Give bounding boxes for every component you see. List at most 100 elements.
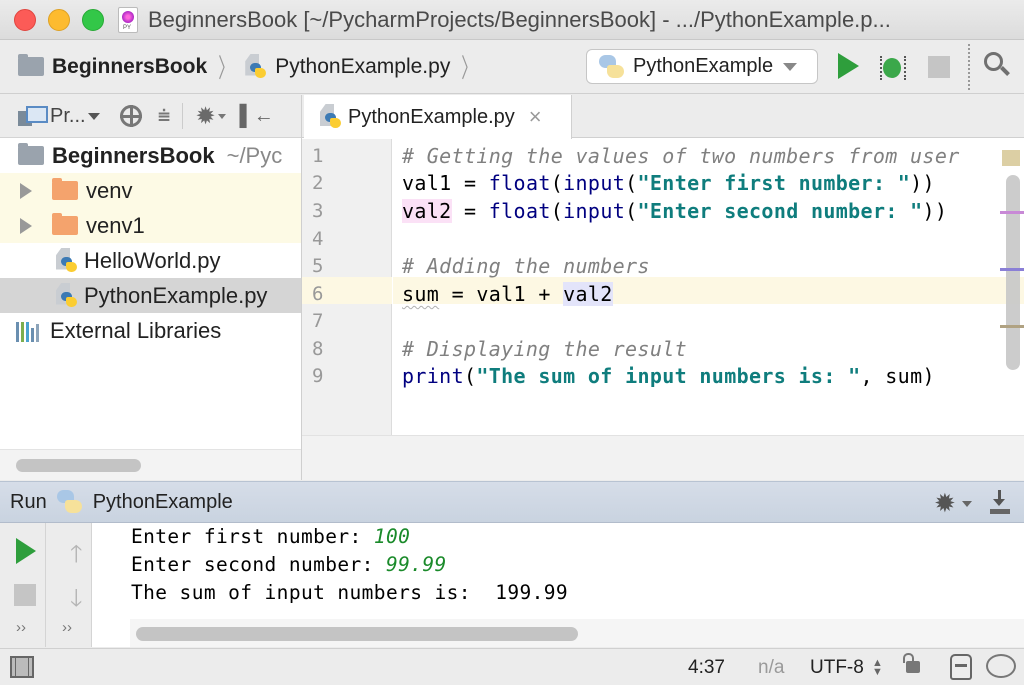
inspector-icon[interactable]	[950, 654, 972, 680]
rerun-icon[interactable]	[16, 538, 36, 564]
unlock-icon[interactable]	[903, 653, 920, 673]
horizontal-scrollbar[interactable]	[16, 459, 141, 472]
line-number: 4	[312, 228, 324, 250]
gear-icon[interactable]: ✹	[195, 102, 215, 131]
chevron-down-icon[interactable]	[217, 113, 226, 119]
console-result: The sum of input numbers is: 199.99	[131, 581, 569, 604]
token-variable: val1	[402, 171, 452, 195]
tree-item-external-libraries[interactable]: External Libraries	[0, 313, 301, 348]
token-paren: ))	[922, 199, 948, 223]
token-builtin: input	[563, 171, 626, 195]
inspection-status-icon[interactable]	[1002, 150, 1020, 166]
updown-arrows-icon: ▲ ▼	[872, 657, 883, 678]
chevron-down-icon	[783, 62, 798, 71]
collapse-all-icon[interactable]: ⩧	[158, 103, 171, 129]
project-toolbar: Pr... ⩧ ✹ ▌←	[0, 95, 301, 138]
token-builtin: input	[563, 199, 626, 223]
tree-item-venv1[interactable]: venv1	[0, 208, 301, 243]
line-number: 2	[312, 172, 324, 194]
scroll-from-source-icon[interactable]	[119, 105, 142, 127]
run-toolbar: ››	[0, 523, 46, 647]
breadcrumb-project[interactable]: BeginnersBook	[52, 55, 207, 79]
token-variable: sum	[402, 282, 440, 306]
horizontal-scrollbar[interactable]	[136, 627, 578, 641]
run-configuration-select[interactable]: PythonExample	[586, 49, 818, 84]
caret-position[interactable]: 4:37	[688, 657, 725, 679]
run-config-tab[interactable]: PythonExample	[93, 491, 233, 514]
stop-icon[interactable]	[928, 56, 950, 78]
breadcrumb: BeginnersBook 〉 PythonExample.py 〉	[0, 48, 488, 85]
tree-item-pythonexample[interactable]: PythonExample.py	[0, 278, 301, 313]
line-number: 5	[312, 255, 324, 277]
token-expression: = val1 +	[439, 282, 564, 306]
editor-panel: PythonExample.py × 1 2 3 4 5 6 7 8 9 # G…	[302, 95, 1024, 480]
code-line-5: # Adding the numbers	[402, 254, 650, 278]
arrow-up-icon[interactable]: 🡑	[70, 537, 82, 578]
breadcrumb-separator: 〉	[218, 53, 235, 83]
project-view-icon	[18, 106, 48, 126]
token-operator: =	[451, 199, 489, 223]
tab-pythonexample[interactable]: PythonExample.py ×	[304, 95, 572, 139]
breadcrumb-file[interactable]: PythonExample.py	[275, 55, 450, 79]
tree-root-path: ~/Pyc	[226, 142, 283, 168]
python-icon	[56, 490, 83, 514]
hide-tool-window-icon[interactable]	[988, 488, 1012, 516]
project-panel: Pr... ⩧ ✹ ▌← BeginnersBook ~/Pyc venv ve…	[0, 95, 302, 480]
token-builtin: print	[402, 364, 464, 388]
folder-icon	[18, 54, 44, 76]
line-number: 8	[312, 338, 324, 360]
line-number: 3	[312, 200, 324, 222]
token-operator: =	[451, 171, 489, 195]
chevron-down-icon[interactable]	[87, 112, 100, 120]
run-toolbar-secondary: 🡑 🡓 ››	[46, 523, 92, 647]
python-file-icon	[56, 282, 78, 309]
tool-windows-icon[interactable]	[10, 656, 34, 678]
token-rest: , sum)	[860, 364, 935, 388]
project-view-select[interactable]: Pr...	[50, 105, 86, 128]
tree-item-label: venv1	[86, 212, 145, 238]
library-icon	[16, 320, 40, 342]
tree-root[interactable]: BeginnersBook ~/Pyc	[0, 138, 301, 173]
event-log-icon[interactable]	[986, 654, 1016, 678]
file-encoding[interactable]: UTF-8	[810, 657, 864, 679]
tree-item-venv[interactable]: venv	[0, 173, 301, 208]
hide-panel-icon[interactable]: ▌←	[240, 105, 274, 128]
gear-icon[interactable]: ✹	[934, 488, 956, 519]
token-paren: ))	[910, 171, 935, 195]
console-user-input: 99.99	[385, 553, 447, 576]
code-editor[interactable]: # Getting the values of two numbers from…	[393, 139, 1024, 435]
expand-arrow-icon[interactable]	[20, 217, 32, 234]
more-actions-icon[interactable]: ››	[16, 619, 26, 636]
tree-item-helloworld[interactable]: HelloWorld.py	[0, 243, 301, 278]
close-window-button[interactable]	[14, 8, 36, 31]
tree-item-label: External Libraries	[50, 317, 222, 343]
expand-arrow-icon[interactable]	[20, 182, 32, 199]
arrow-down-icon[interactable]: 🡓	[70, 581, 82, 622]
tree-item-label: PythonExample.py	[84, 282, 268, 308]
console-prompt: Enter second number:	[131, 553, 386, 576]
error-stripe-mark[interactable]	[1000, 325, 1024, 328]
minimize-window-button[interactable]	[48, 8, 70, 31]
debug-icon[interactable]	[880, 52, 906, 80]
excluded-folder-icon	[52, 178, 78, 200]
error-stripe-mark[interactable]	[1000, 211, 1024, 214]
token-variable: val2	[563, 282, 613, 306]
zoom-window-button[interactable]	[82, 8, 104, 31]
console-output[interactable]: Enter first number: 100 Enter second num…	[92, 523, 1024, 647]
run-icon[interactable]	[838, 53, 859, 79]
error-stripe-mark[interactable]	[1000, 268, 1024, 271]
code-line-8: # Displaying the result	[402, 337, 687, 361]
token-variable: val2	[402, 199, 452, 223]
editor-tab-bar: PythonExample.py ×	[302, 95, 1024, 139]
console-line: Enter second number: 99.99	[131, 553, 447, 576]
token-paren: (	[625, 171, 638, 195]
stop-icon[interactable]	[14, 584, 36, 606]
navigation-bar: BeginnersBook 〉 PythonExample.py 〉 Pytho…	[0, 40, 1024, 94]
chevron-down-icon[interactable]	[962, 501, 972, 507]
more-actions-icon[interactable]: ››	[62, 619, 72, 636]
line-number: 7	[312, 310, 324, 332]
close-icon[interactable]: ×	[529, 104, 542, 130]
vertical-scrollbar[interactable]	[1006, 175, 1020, 370]
search-icon[interactable]	[984, 52, 1010, 80]
code-line-3: val2 = float(input("Enter second number:…	[402, 199, 947, 223]
